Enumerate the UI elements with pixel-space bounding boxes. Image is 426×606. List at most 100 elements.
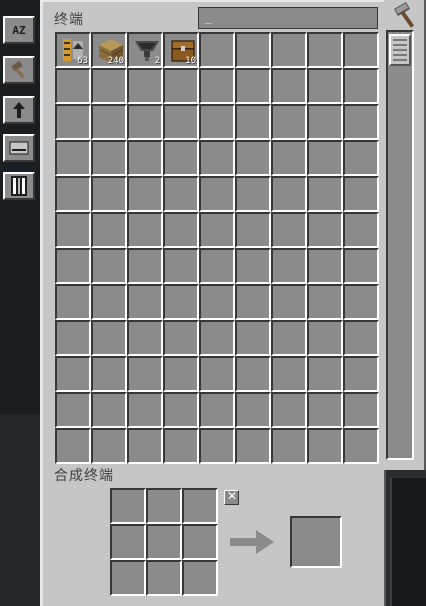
item-slot[interactable] [91, 68, 127, 104]
item-slot[interactable] [163, 392, 199, 428]
item-slot[interactable] [271, 212, 307, 248]
item-slot[interactable] [55, 284, 91, 320]
item-slot[interactable] [271, 176, 307, 212]
item-slot[interactable] [127, 284, 163, 320]
item-slot[interactable] [163, 212, 199, 248]
item-slot[interactable] [307, 428, 343, 464]
item-slot[interactable] [235, 212, 271, 248]
item-slot[interactable] [91, 392, 127, 428]
item-slot[interactable] [127, 320, 163, 356]
scrollbar-track[interactable] [386, 30, 414, 460]
item-slot[interactable] [163, 248, 199, 284]
item-slot[interactable] [199, 428, 235, 464]
item-slot[interactable] [91, 176, 127, 212]
item-slot[interactable] [271, 32, 307, 68]
scrollbar-thumb[interactable] [389, 34, 411, 66]
item-slot[interactable]: 2 [127, 32, 163, 68]
item-slot[interactable] [55, 68, 91, 104]
item-slot[interactable] [127, 428, 163, 464]
item-slot[interactable] [55, 104, 91, 140]
item-slot[interactable] [271, 104, 307, 140]
item-slot[interactable] [91, 212, 127, 248]
item-slot[interactable] [307, 356, 343, 392]
item-slot[interactable] [91, 284, 127, 320]
crafting-slot[interactable] [110, 560, 146, 596]
hammer-icon[interactable] [390, 2, 420, 28]
item-slot[interactable] [199, 68, 235, 104]
sort-az-button[interactable]: AZ [3, 16, 35, 44]
item-slot[interactable] [127, 212, 163, 248]
item-slot[interactable] [127, 140, 163, 176]
item-slot[interactable] [163, 140, 199, 176]
item-slot[interactable] [235, 176, 271, 212]
item-slot[interactable] [199, 140, 235, 176]
item-slot[interactable] [91, 356, 127, 392]
item-slot[interactable] [199, 356, 235, 392]
item-slot[interactable] [271, 68, 307, 104]
item-slot[interactable] [55, 248, 91, 284]
item-slot[interactable] [271, 428, 307, 464]
item-slot[interactable] [199, 32, 235, 68]
item-slot[interactable] [343, 68, 379, 104]
crafting-slot[interactable] [110, 488, 146, 524]
item-slot[interactable] [271, 248, 307, 284]
item-slot[interactable] [91, 428, 127, 464]
crafting-slot[interactable] [146, 524, 182, 560]
item-slot[interactable] [163, 356, 199, 392]
item-slot[interactable] [343, 356, 379, 392]
crafting-slot[interactable] [182, 560, 218, 596]
sort-hammer-button[interactable] [3, 56, 35, 84]
item-slot[interactable] [343, 392, 379, 428]
view-mode-button[interactable] [3, 134, 35, 162]
item-slot[interactable]: 240 [91, 32, 127, 68]
item-slot[interactable] [91, 140, 127, 176]
item-slot[interactable] [163, 68, 199, 104]
item-slot[interactable] [307, 320, 343, 356]
crafting-slot[interactable] [146, 488, 182, 524]
item-slot[interactable] [127, 176, 163, 212]
crafting-slot[interactable] [110, 524, 146, 560]
clear-grid-button[interactable]: ✕ [224, 489, 239, 505]
item-slot[interactable] [163, 176, 199, 212]
item-slot[interactable] [343, 212, 379, 248]
item-slot[interactable] [235, 32, 271, 68]
item-slot[interactable] [235, 428, 271, 464]
item-slot[interactable] [235, 140, 271, 176]
item-slot[interactable] [271, 320, 307, 356]
item-slot[interactable] [55, 176, 91, 212]
item-slot[interactable] [55, 428, 91, 464]
item-slot[interactable] [163, 284, 199, 320]
item-slot[interactable] [163, 428, 199, 464]
item-slot[interactable] [91, 248, 127, 284]
item-slot[interactable] [307, 32, 343, 68]
search-input[interactable]: _ [198, 7, 378, 29]
item-slot[interactable] [199, 248, 235, 284]
crafting-slot[interactable] [182, 524, 218, 560]
crafting-slot[interactable] [182, 488, 218, 524]
item-slot[interactable] [163, 104, 199, 140]
item-slot[interactable] [55, 212, 91, 248]
item-slot[interactable] [343, 32, 379, 68]
item-slot[interactable] [91, 320, 127, 356]
item-slot[interactable] [55, 392, 91, 428]
item-slot[interactable] [307, 284, 343, 320]
crafting-result-slot[interactable] [290, 516, 342, 568]
search-mode-button[interactable] [3, 172, 35, 200]
item-slot[interactable] [343, 320, 379, 356]
item-slot[interactable] [343, 104, 379, 140]
item-slot[interactable]: 63 [55, 32, 91, 68]
item-slot[interactable] [343, 428, 379, 464]
item-slot[interactable] [127, 356, 163, 392]
item-slot[interactable] [127, 392, 163, 428]
item-slot[interactable]: 10 [163, 32, 199, 68]
sort-direction-button[interactable] [3, 96, 35, 124]
item-slot[interactable] [307, 68, 343, 104]
item-slot[interactable] [307, 104, 343, 140]
item-slot[interactable] [307, 248, 343, 284]
item-slot[interactable] [307, 392, 343, 428]
item-slot[interactable] [127, 248, 163, 284]
item-slot[interactable] [163, 320, 199, 356]
item-slot[interactable] [199, 320, 235, 356]
item-slot[interactable] [91, 104, 127, 140]
item-slot[interactable] [235, 248, 271, 284]
